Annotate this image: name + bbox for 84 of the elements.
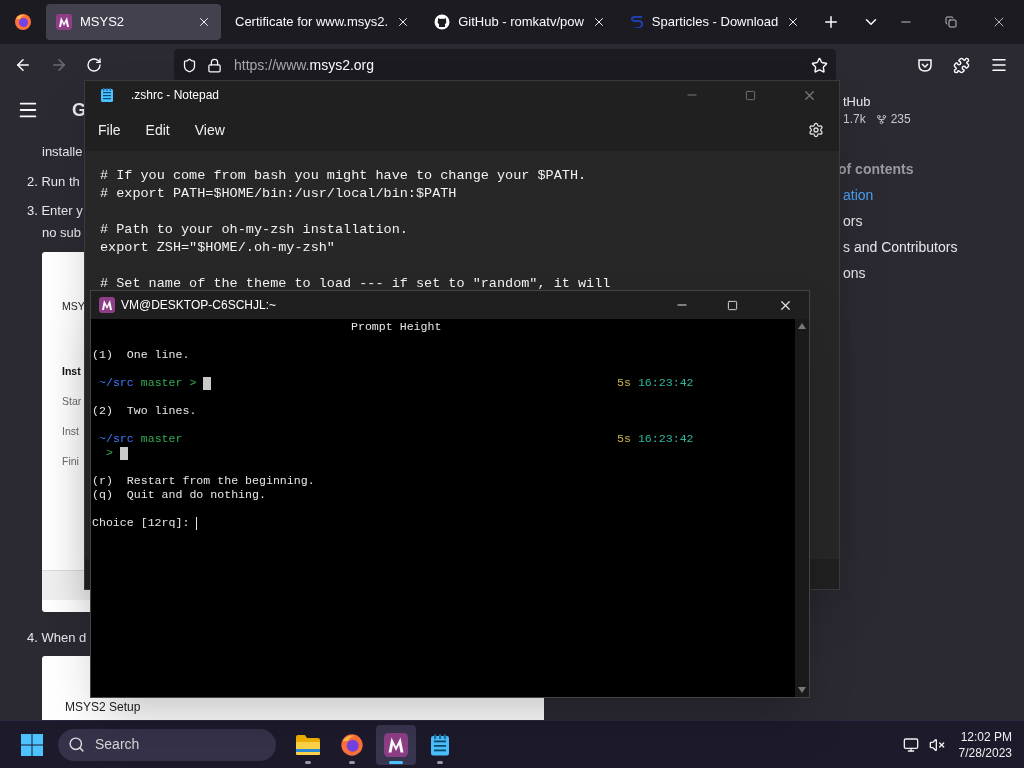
menu-icon[interactable] bbox=[990, 56, 1008, 74]
step-text: 2. Run th bbox=[27, 173, 80, 191]
window-title: .zshrc - Notepad bbox=[131, 87, 220, 104]
browser-tab[interactable]: Certificate for www.msys2. bbox=[225, 4, 421, 40]
card-title: MSYS2 Setup bbox=[65, 699, 141, 716]
network-icon[interactable] bbox=[902, 736, 919, 753]
code-line: # Path to your oh-my-zsh installation. bbox=[100, 221, 408, 239]
input-prompt: Choice [12rq]: bbox=[92, 516, 191, 530]
repo-link[interactable]: tHub bbox=[843, 93, 871, 111]
search-field[interactable]: Search bbox=[58, 728, 276, 761]
block-cursor bbox=[203, 376, 212, 390]
scrollbar[interactable] bbox=[795, 319, 809, 697]
terminal-line: (q) Quit and do nothing. bbox=[92, 488, 266, 501]
tab-title: Sparticles - Download bbox=[651, 13, 779, 32]
step-label: Star bbox=[62, 394, 82, 409]
m-logo-icon bbox=[384, 732, 408, 757]
clock[interactable]: 12:02 PM 7/28/2023 bbox=[958, 728, 1012, 761]
block-cursor bbox=[119, 446, 128, 460]
terminal-line: (r) Restart from the beginning. bbox=[92, 474, 315, 487]
card-title: MSY bbox=[62, 299, 85, 314]
browser-tab[interactable]: Sparticles - Download bbox=[619, 4, 811, 40]
shield-chevron-icon[interactable] bbox=[917, 57, 933, 73]
code-line: export ZSH="$HOME/.oh-my-zsh" bbox=[100, 239, 335, 257]
step-text: 3. Enter y bbox=[27, 202, 83, 220]
toc-link[interactable]: ors bbox=[843, 211, 863, 231]
code-line: # Set name of the theme to load --- if set to "random", it will bbox=[100, 275, 611, 293]
four-squares-icon[interactable] bbox=[21, 733, 43, 756]
fork-icon bbox=[875, 113, 887, 125]
paragraph-text: installe bbox=[42, 143, 83, 161]
settings-icon[interactable] bbox=[808, 122, 824, 138]
prompt-time: 5s 16:23:42 bbox=[617, 432, 694, 446]
notepad-icon bbox=[428, 732, 452, 757]
tab-title: GitHub - romkatv/pow bbox=[458, 13, 584, 32]
step-label: Inst bbox=[62, 424, 79, 439]
browser-tab[interactable]: GitHub - romkatv/pow bbox=[424, 4, 616, 40]
puzzle-icon[interactable] bbox=[953, 56, 970, 74]
menu-item[interactable]: Edit bbox=[145, 119, 170, 141]
text-cursor bbox=[196, 516, 198, 530]
taskbar-app[interactable] bbox=[376, 724, 416, 765]
s-logo-icon bbox=[629, 14, 644, 30]
browser-logo-icon bbox=[340, 732, 364, 757]
notepad-icon bbox=[99, 87, 115, 103]
terminal-heading: Prompt Height bbox=[351, 320, 442, 333]
section-title: Inst bbox=[62, 364, 81, 379]
step-text: 4. When d bbox=[27, 629, 87, 647]
terminal-line: (1) One line. bbox=[92, 348, 190, 361]
step-label: Fini bbox=[62, 454, 79, 469]
reload-icon[interactable] bbox=[86, 57, 102, 73]
prompt-time: 5s 16:23:42 bbox=[617, 376, 694, 390]
menu-item[interactable]: File bbox=[98, 119, 121, 141]
m-logo-icon bbox=[99, 297, 115, 313]
terminal-line: (2) Two lines. bbox=[92, 404, 197, 417]
window-title: VM@DESKTOP-C6SCHJL:~ bbox=[121, 297, 276, 314]
prompt-symbol: > bbox=[106, 446, 113, 460]
fork-count: 235 bbox=[890, 111, 911, 127]
back-icon[interactable] bbox=[14, 56, 32, 74]
code-line: # If you come from bash you might have to change your $PATH. bbox=[100, 167, 587, 185]
menu-item[interactable]: View bbox=[194, 119, 225, 141]
cat-logo-icon bbox=[434, 14, 451, 30]
m-logo-icon bbox=[56, 14, 72, 30]
search-icon bbox=[68, 736, 85, 753]
folder-icon bbox=[295, 733, 321, 756]
close-icon[interactable] bbox=[197, 15, 211, 29]
tab-title: MSYS2 bbox=[80, 13, 126, 32]
address-bar[interactable]: https://www.msys2.org bbox=[174, 49, 836, 81]
shield-icon[interactable] bbox=[182, 57, 197, 73]
browser-tab[interactable]: MSYS2 bbox=[46, 4, 221, 40]
toc-link[interactable]: ation bbox=[843, 185, 874, 205]
toc-link[interactable]: ons bbox=[843, 263, 866, 283]
prompt-path: ~/src master > bbox=[97, 376, 197, 390]
scroll-down-icon[interactable] bbox=[798, 687, 806, 693]
prompt-path: ~/src master bbox=[97, 432, 183, 446]
code-line: # export PATH=$HOME/bin:/usr/local/bin:$PATH bbox=[100, 185, 457, 203]
lock-icon[interactable] bbox=[207, 57, 222, 73]
star-count: 1.7k bbox=[843, 111, 866, 127]
tab-title: Certificate for www.msys2. bbox=[235, 13, 389, 32]
paragraph-text: no sub bbox=[42, 224, 82, 242]
scroll-up-icon[interactable] bbox=[798, 323, 806, 329]
restore-icon[interactable] bbox=[945, 16, 957, 28]
bookmark-star-icon[interactable] bbox=[811, 56, 828, 74]
muted-speaker-icon[interactable] bbox=[928, 736, 945, 753]
browser-logo-icon bbox=[14, 13, 32, 31]
url-text: https://www.msys2.org bbox=[234, 55, 375, 75]
toc-link[interactable]: s and Contributors bbox=[843, 237, 958, 257]
